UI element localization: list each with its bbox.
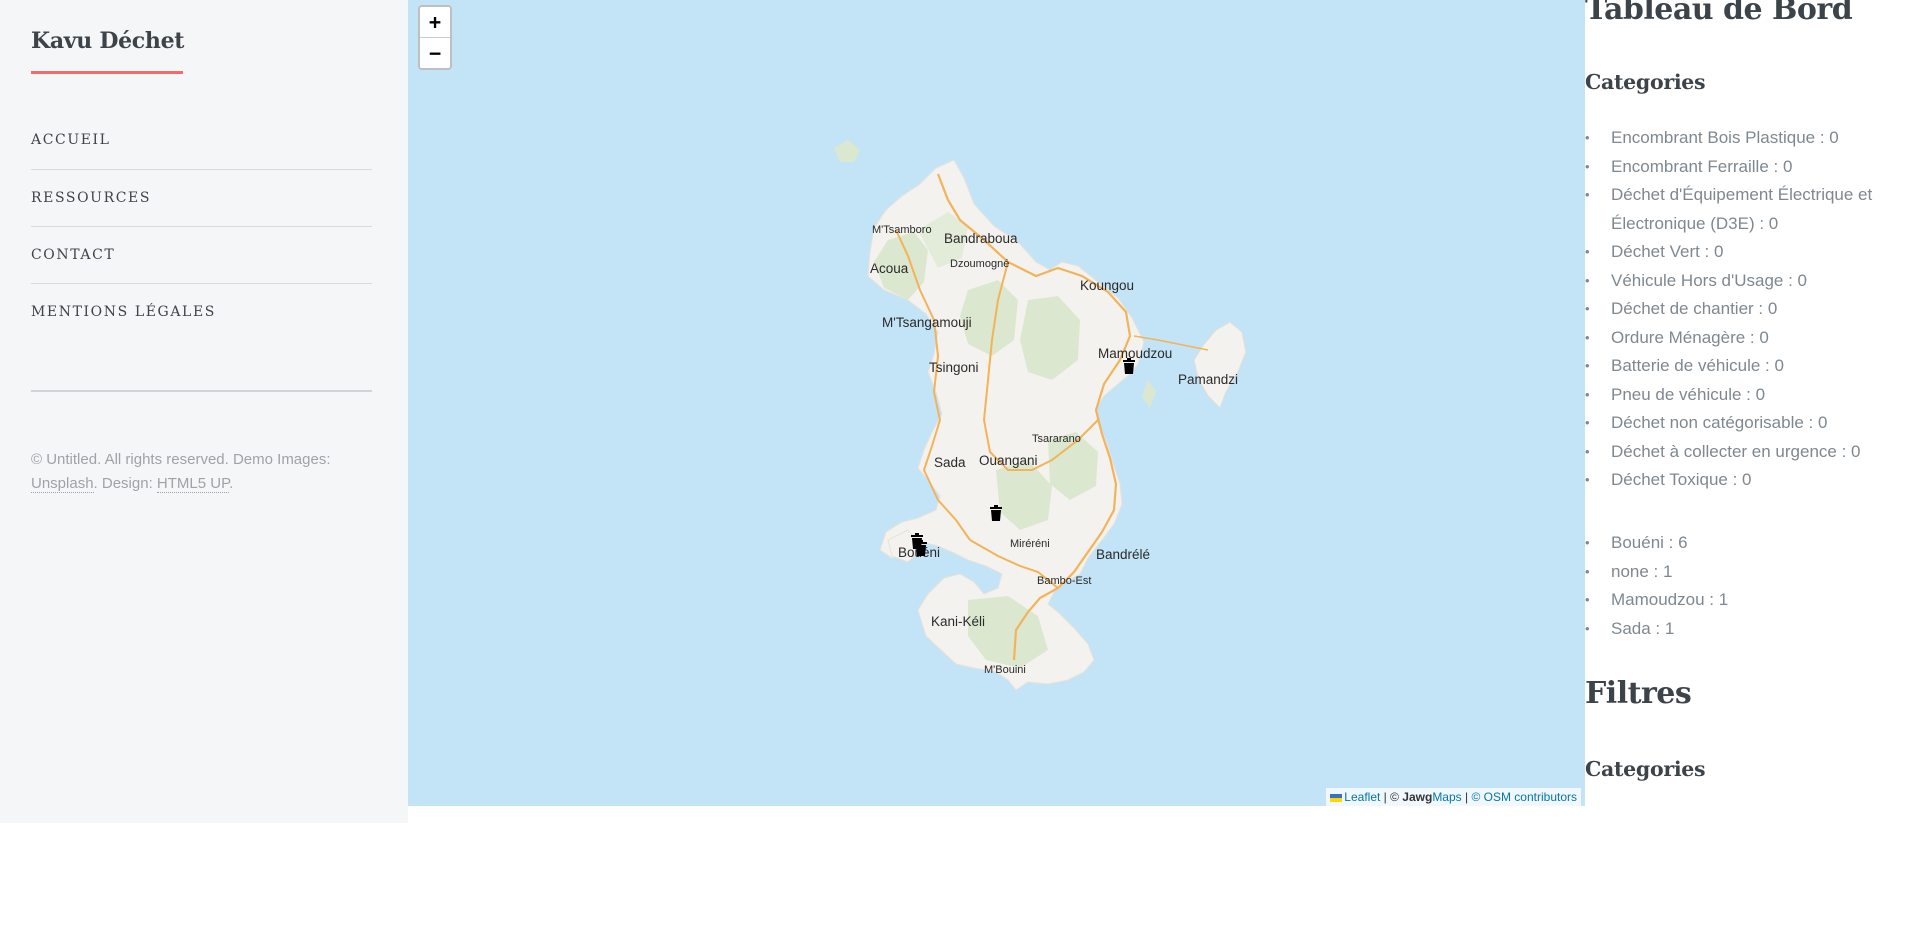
place-label: M'Bouini: [984, 664, 1026, 676]
sidebar-footer: © Untitled. All rights reserved. Demo Im…: [31, 448, 351, 496]
osm-link[interactable]: © OSM contributors: [1471, 790, 1577, 804]
categories-heading: Categories: [1585, 70, 1706, 94]
jawg-bold[interactable]: Jawg: [1402, 790, 1432, 804]
category-item: Batterie de véhicule : 0: [1585, 352, 1901, 381]
attribution-sep: |: [1461, 790, 1472, 804]
site-logo[interactable]: Kavu Déchet: [31, 28, 184, 54]
brand-underline: [31, 71, 183, 74]
category-item: Déchet à collecter en urgence : 0: [1585, 438, 1901, 467]
category-item: Déchet d'Équipement Électrique et Électr…: [1585, 181, 1901, 238]
islet-north: [834, 140, 860, 162]
place-label: M'Tsangamouji: [882, 315, 972, 330]
menu-item-accueil[interactable]: ACCUEIL: [31, 111, 372, 169]
design-text: . Design:: [93, 475, 157, 492]
main-menu: ACCUEIL RESSOURCES CONTACT MENTIONS LÉGA…: [31, 111, 372, 340]
petite-terre: [1193, 321, 1247, 409]
communes-list: Bouéni : 6 none : 1 Mamoudzou : 1 Sada :…: [1585, 529, 1901, 643]
leaflet-link[interactable]: Leaflet: [1344, 790, 1380, 804]
categories-list: Encombrant Bois Plastique : 0 Encombrant…: [1585, 124, 1901, 495]
category-item: Déchet de chantier : 0: [1585, 295, 1901, 324]
place-label: Bandraboua: [944, 231, 1018, 246]
copyright-text: © Untitled. All rights reserved. Demo Im…: [31, 451, 331, 468]
map[interactable]: + − M'Tsamboro Bandraboua Acoua Dzoumogn…: [408, 0, 1585, 806]
unsplash-link[interactable]: Unsplash: [31, 475, 94, 493]
place-label: Sada: [934, 455, 966, 470]
place-label: Dzoumogné: [950, 258, 1010, 270]
commune-item: Bouéni : 6: [1585, 529, 1901, 558]
category-item: Encombrant Ferraille : 0: [1585, 153, 1901, 182]
sidebar: Kavu Déchet ACCUEIL RESSOURCES CONTACT M…: [0, 0, 408, 823]
place-label: Koungou: [1080, 278, 1135, 293]
place-label: Tsararano: [1032, 433, 1081, 445]
sidebar-divider: [31, 390, 372, 392]
islet-east: [1142, 380, 1156, 408]
dashboard-panel: Tableau de Bord Categories Encombrant Bo…: [1585, 0, 1905, 940]
filters-categories-heading: Categories: [1585, 757, 1706, 781]
commune-item: Sada : 1: [1585, 615, 1901, 644]
place-label: M'Tsamboro: [872, 224, 932, 236]
menu-item-contact[interactable]: CONTACT: [31, 226, 372, 283]
category-item: Déchet non catégorisable : 0: [1585, 409, 1901, 438]
category-item: Déchet Toxique : 0: [1585, 466, 1901, 495]
filters-title: Filtres: [1585, 676, 1692, 711]
menu-item-ressources[interactable]: RESSOURCES: [31, 169, 372, 226]
html5up-link[interactable]: HTML5 UP: [156, 475, 230, 493]
attribution-sep: | ©: [1380, 790, 1403, 804]
commune-item: Mamoudzou : 1: [1585, 586, 1901, 615]
place-label: Ouangani: [979, 453, 1038, 468]
zoom-in-button[interactable]: +: [420, 7, 450, 38]
place-label: Miréréni: [1010, 538, 1050, 550]
map-tiles: [834, 140, 1247, 691]
map-attribution: Leaflet | © JawgMaps | © OSM contributor…: [1326, 788, 1581, 806]
category-item: Pneu de véhicule : 0: [1585, 381, 1901, 410]
category-item: Encombrant Bois Plastique : 0: [1585, 124, 1901, 153]
place-label: Bambo-Est: [1037, 575, 1092, 587]
trash-icon[interactable]: [914, 540, 928, 556]
jawg-maps-link[interactable]: Maps: [1432, 790, 1461, 804]
place-label: Kani-Kéli: [931, 614, 986, 629]
category-item: Ordure Ménagère : 0: [1585, 324, 1901, 353]
trash-icon[interactable]: [989, 505, 1003, 521]
zoom-out-button[interactable]: −: [420, 38, 450, 68]
place-label: Pamandzi: [1178, 372, 1239, 387]
footer-end: .: [229, 475, 234, 492]
trash-icon[interactable]: [1122, 358, 1136, 374]
place-label: Bandrélé: [1096, 547, 1151, 562]
place-label: Acoua: [870, 261, 909, 276]
ukraine-flag-icon: [1330, 793, 1343, 802]
dashboard-title: Tableau de Bord: [1585, 0, 1853, 27]
zoom-control: + −: [418, 5, 452, 70]
place-label: Tsingoni: [929, 360, 979, 375]
commune-item: none : 1: [1585, 558, 1901, 587]
menu-item-mentions-legales[interactable]: MENTIONS LÉGALES: [31, 283, 372, 340]
category-item: Véhicule Hors d'Usage : 0: [1585, 267, 1901, 296]
category-item: Déchet Vert : 0: [1585, 238, 1901, 267]
